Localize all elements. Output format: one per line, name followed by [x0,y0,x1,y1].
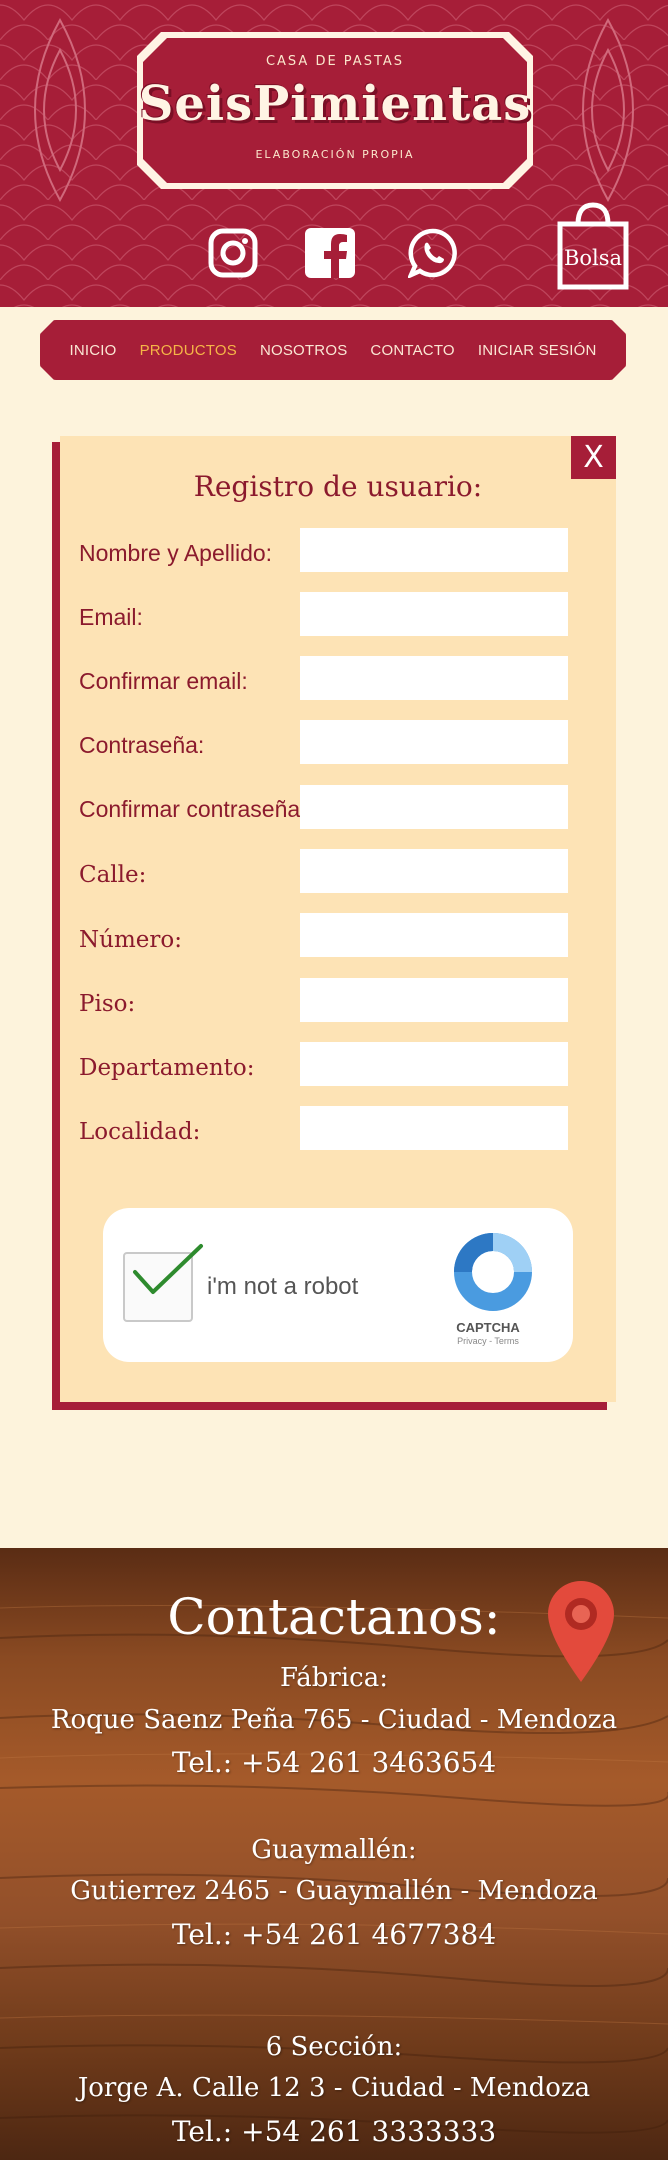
confirmar-contrasena-input[interactable] [300,785,568,829]
location-name: Guaymallén: [251,1835,417,1865]
label-confirmar-contrasena: Confirmar contraseña: [79,796,307,822]
nav-item-iniciar-sesion[interactable]: INICIAR SESIÓN [478,342,597,359]
brand-tagline-top: CASA DE PASTAS [265,54,405,69]
instagram-icon[interactable] [208,228,258,278]
location-address: Roque Saenz Peña 765 - Ciudad - Mendoza [50,1705,618,1735]
site-header: CASA DE PASTAS SeisPimientas ELABORACIÓN… [0,0,668,307]
captcha-brand: CAPTCHA [456,1320,520,1335]
captcha-privacy-terms[interactable]: Privacy - Terms [433,1336,543,1346]
confirmar-email-input[interactable] [300,656,568,700]
nav-item-inicio[interactable]: INICIO [70,342,117,359]
location-name: 6 Sección: [265,2032,403,2062]
calle-input[interactable] [300,849,568,893]
checkmark-icon [133,1244,203,1294]
label-localidad: Localidad: [79,1119,201,1145]
contact-footer: Contactanos: Fábrica: Roque Saenz Peña 7… [0,1548,668,2160]
brand-logo[interactable]: CASA DE PASTAS SeisPimientas ELABORACIÓN… [137,32,533,189]
form-title: Registro de usuario: [193,470,483,503]
localidad-input[interactable] [300,1106,568,1150]
location-name: Fábrica: [280,1663,388,1693]
label-calle: Calle: [79,862,147,888]
label-confirmar-email: Confirmar email: [79,668,248,694]
nav-item-productos[interactable]: PRODUCTOS [140,342,237,359]
main-nav: INICIO PRODUCTOS NOSOTROS CONTACTO INICI… [40,320,626,380]
location-phone[interactable]: Tel.: +54 261 3333333 [0,2115,668,2148]
contrasena-input[interactable] [300,720,568,764]
cart-bag-button[interactable]: Bolsa [556,202,630,290]
brand-tagline-bottom: ELABORACIÓN PROPIA [255,148,415,161]
label-piso: Piso: [79,991,136,1017]
whatsapp-icon[interactable] [408,228,458,278]
label-numero: Número: [79,927,182,953]
email-input[interactable] [300,592,568,636]
label-nombre: Nombre y Apellido: [79,540,273,566]
location-address: Gutierrez 2465 - Guaymallén - Mendoza [70,1876,598,1906]
label-email: Email: [79,604,143,630]
label-contrasena: Contraseña: [79,732,205,758]
location-address: Jorge A. Calle 12 3 - Ciudad - Mendoza [77,2073,591,2103]
nav-item-nosotros[interactable]: NOSOTROS [260,342,347,359]
piso-input[interactable] [300,978,568,1022]
location-phone[interactable]: Tel.: +54 261 3463654 [0,1746,668,1779]
captcha-logo-icon [454,1233,532,1311]
numero-input[interactable] [300,913,568,957]
cart-label: Bolsa [563,246,623,270]
nav-item-contacto[interactable]: CONTACTO [370,342,454,359]
captcha-label: i'm not a robot [207,1273,359,1300]
nombre-apellido-input[interactable] [300,528,568,572]
label-departamento: Departamento: [79,1055,255,1081]
captcha-widget: i'm not a robot CAPTCHA Privacy - Terms [103,1208,573,1362]
departamento-input[interactable] [300,1042,568,1086]
location-phone[interactable]: Tel.: +54 261 4677384 [0,1918,668,1951]
brand-name: SeisPimientas [138,76,532,132]
facebook-icon[interactable] [305,228,355,278]
